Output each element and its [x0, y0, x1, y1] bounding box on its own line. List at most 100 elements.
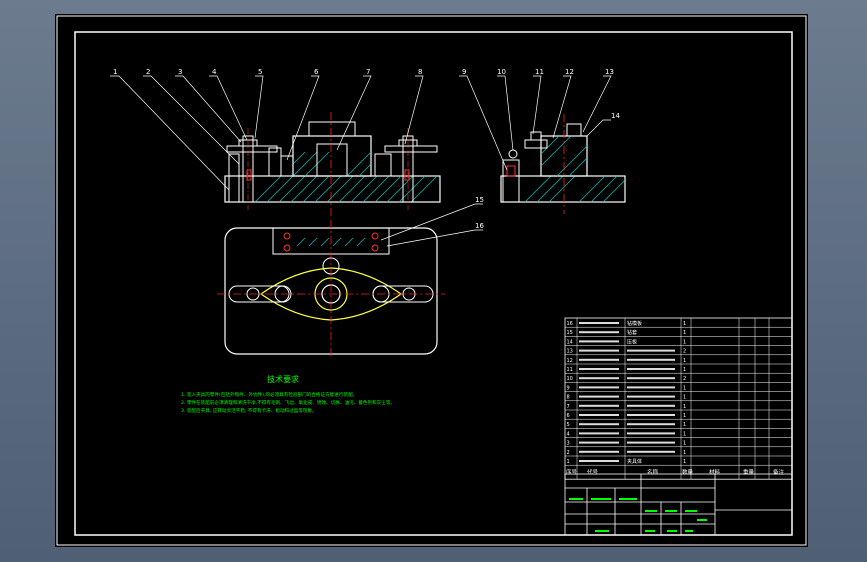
left-column — [228, 153, 240, 203]
bom-cell-qty: 1 — [683, 431, 686, 437]
bom-cell-no: 2 — [567, 450, 570, 456]
bom-cell-qty: 2 — [683, 349, 686, 355]
balloon-3: 3 — [178, 68, 182, 76]
bom-cell-qty: 1 — [683, 404, 686, 410]
front-view — [224, 112, 441, 218]
bom-header-cell: 重量 — [743, 468, 755, 476]
bom-cell-name: 钻套 — [627, 329, 637, 336]
side-red-part — [506, 165, 516, 177]
bom-name-mark — [627, 423, 675, 426]
plan-pin-3 — [371, 232, 379, 240]
tech-requirements: 技术要求 1. 装入夹具的零件(包括外购件、外协件),均必须具有检验部门的合格证… — [181, 374, 395, 414]
balloon-14: 14 — [611, 112, 620, 120]
bom-cell-no: 11 — [567, 367, 573, 373]
balloon-12: 12 — [565, 68, 574, 76]
plan-view — [217, 220, 445, 358]
bom-code-mark — [579, 460, 619, 462]
bom-name-mark — [627, 358, 675, 361]
bom-code-mark — [579, 423, 619, 426]
bom-code-mark — [579, 331, 619, 334]
bom-cell-qty: 2 — [683, 376, 686, 382]
tech-req-line-3: 3. 装配后夹具, 应转动灵活平稳, 不得有卡滞、松动和过盈等现象。 — [181, 407, 317, 414]
bom-header-cell: 备注 — [773, 468, 785, 476]
bom-code-mark — [579, 322, 619, 324]
tech-req-title: 技术要求 — [267, 374, 299, 384]
bom-name-mark — [627, 386, 675, 389]
bom-name-mark — [627, 377, 675, 380]
bom-cell-no: 4 — [567, 431, 570, 437]
bom-header-cell: 代号 — [587, 468, 599, 476]
leaders — [110, 75, 612, 247]
bom-header-cell: 序号 — [566, 468, 578, 476]
bom-code-mark — [579, 358, 619, 361]
plan-pin-4 — [371, 244, 379, 252]
bom-cell-no: 1 — [567, 459, 570, 465]
bom-code-mark — [579, 414, 619, 416]
balloon-6: 6 — [314, 68, 319, 76]
balloon-10: 10 — [497, 68, 506, 76]
center-hatch — [292, 151, 372, 177]
bom-code-mark — [579, 432, 619, 435]
bom-code-mark — [579, 340, 619, 343]
cad-drawing: 1 2 3 4 5 6 7 8 9 10 11 12 13 14 15 16 技… — [56, 15, 807, 546]
bom-cell-no: 8 — [567, 395, 570, 401]
bom-code-mark — [579, 450, 619, 453]
balloon-4: 4 — [212, 68, 217, 76]
bush — [316, 143, 348, 177]
balloon-7: 7 — [366, 68, 370, 76]
balloon-5: 5 — [258, 68, 262, 76]
bom-cell-qty: 1 — [683, 385, 686, 391]
bom-cell-no: 10 — [567, 376, 573, 382]
bom-name-mark — [627, 395, 675, 398]
outer-frame — [56, 15, 807, 546]
right-spring — [404, 169, 410, 181]
bom-cell-no: 3 — [567, 441, 570, 447]
title-block — [564, 473, 793, 536]
tech-req-line-1: 1. 装入夹具的零件(包括外购件、外协件),均必须具有检验部门的合格证方能进行装… — [181, 391, 357, 398]
bom-code-mark — [579, 441, 619, 444]
bom-cell-no: 12 — [567, 358, 573, 364]
bom-cell-qty: 1 — [683, 441, 686, 447]
bom-cell-no: 7 — [567, 404, 570, 410]
left-pad — [280, 155, 294, 177]
bom-name-mark — [627, 404, 675, 407]
bom-name-mark — [627, 450, 675, 453]
title-block-marks — [569, 498, 707, 532]
bom-code-mark — [579, 349, 619, 352]
side-view — [500, 114, 626, 214]
side-base-hatch — [524, 175, 626, 203]
drill-bush-block — [308, 121, 356, 137]
bom-code-mark — [579, 386, 619, 389]
bom-cell-qty: 1 — [683, 450, 686, 456]
plan-pin-1 — [283, 232, 291, 240]
bom-cell-name: 夹具体 — [627, 458, 642, 465]
balloon-15: 15 — [475, 196, 484, 204]
tech-req-line-2: 2. 零件在装配前必须清理和清洗干净,不得有毛刺、飞边、氧化皮、锈蚀、切屑、油污… — [181, 399, 395, 406]
balloon-1: 1 — [113, 68, 117, 76]
bom-cell-qty: 1 — [683, 459, 686, 465]
bom-code-mark — [579, 368, 619, 370]
bom-name-mark — [627, 349, 675, 352]
plan-pin-2 — [283, 244, 291, 252]
balloon-13: 13 — [605, 68, 614, 76]
drawing-sheet: 1 2 3 4 5 6 7 8 9 10 11 12 13 14 15 16 技… — [55, 14, 808, 547]
left-spring — [246, 169, 252, 181]
bom-cell-no: 13 — [567, 349, 573, 355]
bom-name-mark — [627, 414, 675, 416]
bom-cell-no: 5 — [567, 422, 570, 428]
balloon-8: 8 — [418, 68, 422, 76]
bom-code-mark — [579, 395, 619, 398]
bom-cell-no: 6 — [567, 413, 570, 419]
bom-cell-qty: 1 — [683, 321, 686, 327]
bom-cell-no: 15 — [567, 330, 573, 336]
side-pin — [508, 149, 518, 159]
side-base — [500, 175, 626, 203]
bom-table: 16 钻模板 115 钻套 114 压板 113 212 111 110 29 18 17 16 15 14 1… — [564, 317, 793, 480]
side-screw-head — [530, 131, 542, 141]
bom-header-cell: 数量 — [682, 468, 694, 476]
bom-code-mark — [579, 404, 619, 407]
balloon-11: 11 — [535, 68, 544, 76]
base-hatch — [254, 175, 438, 203]
bom-cell-name: 钻模板 — [627, 320, 642, 327]
bom-cell-qty: 1 — [683, 330, 686, 336]
